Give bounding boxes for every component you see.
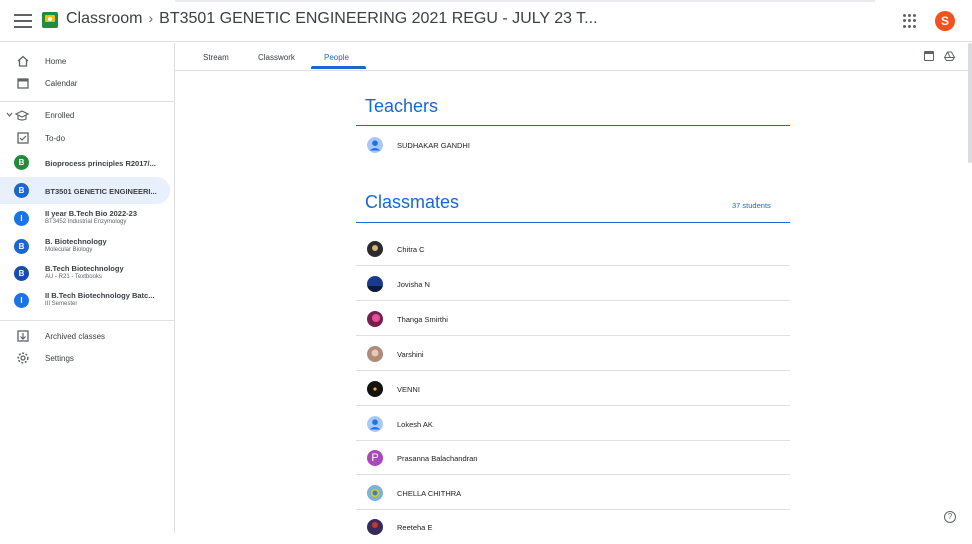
classmate-name: Prasanna Balachandran (397, 454, 478, 463)
teachers-divider (356, 125, 790, 126)
classmate-row[interactable]: Thanga Smirthi (356, 302, 790, 336)
main-menu-button[interactable] (14, 12, 32, 30)
breadcrumb: Classroom › BT3501 GENETIC ENGINEERING 202… (66, 10, 598, 28)
class-title: B.Tech Biotechnology (45, 264, 124, 273)
account-avatar[interactable]: S (935, 11, 955, 31)
profile-photo-avatar (367, 311, 383, 327)
class-initial-badge: I (14, 293, 29, 308)
class-title: Bioprocess principles R2017/... (45, 159, 156, 168)
tab-stream[interactable]: Stream (203, 53, 229, 62)
default-avatar-icon (367, 137, 383, 153)
sidebar-item-label: Home (45, 56, 67, 66)
class-title: B. Biotechnology (45, 237, 107, 246)
sidebar-item-label: Calendar (45, 78, 78, 88)
sidebar-class-item[interactable]: B Bioprocess principles R2017/... (0, 150, 170, 176)
classmate-name: Lokesh AK (397, 420, 433, 429)
sidebar-class-item-active[interactable]: B BT3501 GENETIC ENGINEERI... (0, 177, 170, 204)
classmate-row[interactable]: Lokesh AK (356, 407, 790, 441)
tab-people[interactable]: People (324, 53, 349, 62)
calendar-icon[interactable] (924, 51, 934, 61)
class-title: II B.Tech Biotechnology Batc... (45, 291, 155, 300)
home-icon (17, 55, 29, 67)
profile-photo-avatar (367, 276, 383, 292)
teacher-row[interactable]: SUDHAKAR GANDHI (356, 130, 790, 160)
classmate-row[interactable]: Reeteha E (356, 510, 790, 544)
top-app-bar: Classroom › BT3501 GENETIC ENGINEERING 202… (0, 0, 972, 42)
sidebar-item-settings[interactable]: Settings (0, 345, 170, 371)
classmate-row[interactable]: VENNI (356, 372, 790, 406)
sidebar-class-item[interactable]: I II B.Tech Biotechnology Batc... III Se… (0, 288, 170, 314)
profile-photo-avatar (367, 241, 383, 257)
sidebar-item-label: Settings (45, 353, 74, 363)
settings-gear-icon (17, 352, 29, 364)
class-subtitle: III Semester (45, 301, 78, 307)
active-tab-indicator (311, 66, 366, 69)
class-title: II year B.Tech Bio 2022-23 (45, 209, 137, 218)
classmate-name: CHELLA CHITHRA (397, 489, 462, 498)
class-initial-badge: B (14, 266, 29, 281)
classroom-logo-icon[interactable] (42, 12, 58, 28)
class-initial-badge: B (14, 155, 29, 170)
class-initial-badge: I (14, 211, 29, 226)
classmate-name: Reeteha E (397, 523, 433, 532)
classmate-name: Jovisha N (397, 280, 430, 289)
sidebar-class-item[interactable]: B B.Tech Biotechnology AU - R21 - Textbo… (0, 261, 170, 287)
teacher-name: SUDHAKAR GANDHI (397, 141, 470, 150)
google-drive-icon[interactable] (944, 51, 955, 61)
sidebar-class-item[interactable]: I II year B.Tech Bio 2022-23 BT3452 Indu… (0, 206, 170, 232)
class-initial-badge: B (14, 239, 29, 254)
classmate-row[interactable]: Chitra C (356, 232, 790, 266)
sidebar-item-calendar[interactable]: Calendar (0, 70, 170, 96)
sidebar-divider (0, 320, 175, 321)
classmates-heading: Classmates (365, 192, 460, 212)
enrolled-icon (6, 110, 30, 121)
google-apps-icon[interactable] (903, 14, 917, 28)
letter-avatar: P (367, 450, 383, 466)
app-name-link[interactable]: Classroom (66, 10, 142, 27)
classmate-name: VENNI (397, 385, 420, 394)
class-subtitle: BT3452 Industrial Enzymology (45, 219, 127, 225)
calendar-icon (17, 78, 29, 89)
page-scrollbar[interactable] (968, 43, 972, 163)
class-tabs: Stream Classwork People (175, 43, 972, 71)
class-title: BT3501 GENETIC ENGINEERI... (45, 187, 157, 196)
student-count: 37 students (732, 201, 771, 210)
classmate-row[interactable]: CHELLA CHITHRA (356, 476, 790, 510)
teachers-heading: Teachers (365, 96, 439, 116)
class-subtitle: AU - R21 - Textbooks (45, 274, 102, 280)
sidebar-item-label: Enrolled (45, 110, 75, 120)
sidebar-class-item[interactable]: B B. Biotechnology Molecular Biology (0, 234, 170, 260)
class-initial-badge: B (14, 183, 29, 198)
breadcrumb-separator: › (148, 10, 154, 26)
help-icon[interactable]: ? (944, 511, 956, 523)
profile-photo-avatar (367, 381, 383, 397)
class-subtitle: Molecular Biology (45, 247, 93, 253)
classmate-name: Thanga Smirthi (397, 315, 448, 324)
default-avatar-icon (367, 416, 383, 432)
top-divider (175, 0, 875, 2)
classmate-row[interactable]: P Prasanna Balachandran (356, 441, 790, 475)
tab-classwork[interactable]: Classwork (258, 53, 295, 62)
sidebar-item-todo[interactable]: To-do (0, 125, 170, 151)
profile-photo-avatar (367, 485, 383, 501)
classmate-name: Varshini (397, 350, 424, 359)
sidebar-item-label: To-do (45, 133, 66, 143)
archive-icon (17, 330, 29, 342)
classmates-divider (356, 222, 790, 223)
class-title-link[interactable]: BT3501 GENETIC ENGINEERING 2021 REGU - J… (159, 10, 597, 27)
sidebar-item-label: Archived classes (45, 331, 106, 341)
sidebar: Home Calendar Enrolled To-do B Bioproces… (0, 43, 175, 533)
todo-icon (17, 132, 29, 144)
classmate-row[interactable]: Varshini (356, 337, 790, 371)
classmate-row[interactable]: Jovisha N (356, 267, 790, 301)
profile-photo-avatar (367, 346, 383, 362)
classmate-name: Chitra C (397, 245, 425, 254)
